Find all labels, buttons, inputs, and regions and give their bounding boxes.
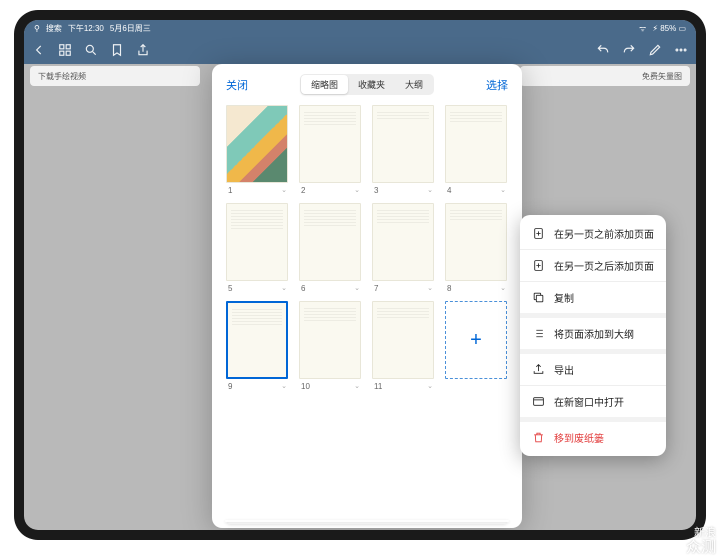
page-thumb[interactable]	[372, 105, 434, 183]
ctx-newwin[interactable]: 在新窗口中打开	[520, 387, 666, 416]
page-thumb[interactable]	[226, 203, 288, 281]
share-icon[interactable]	[136, 43, 150, 57]
ctx-trash[interactable]: 移到废纸篓	[520, 423, 666, 452]
screen: ⚲ 搜索 下午12:30 5月6日周三 ᯤ ⚡︎ 85% ▭ 下载手绘视频 免费…	[24, 20, 696, 530]
page-num: 6	[301, 284, 305, 293]
page-thumb[interactable]	[445, 203, 507, 281]
page-thumb-selected[interactable]	[226, 301, 288, 379]
bg-panel-right: 免费矢量图	[520, 66, 690, 86]
page-stack	[222, 518, 512, 524]
trash-icon	[532, 431, 545, 444]
window-icon	[532, 395, 545, 408]
bookmark-icon[interactable]	[110, 43, 124, 57]
page-num: 11	[374, 382, 382, 391]
thumbnails-modal: 关闭 缩略图 收藏夹 大纲 选择 1 ⌄ 2 ⌄ 3 ⌄ 4 ⌄ 5 ⌄ 6 ⌄ 7 ⌄ 8 ⌄…	[212, 64, 522, 528]
add-page-icon	[532, 227, 545, 240]
tab-outline[interactable]: 大纲	[395, 75, 433, 94]
watermark: 新浪众测	[686, 527, 716, 556]
page-thumb[interactable]	[299, 301, 361, 379]
ctx-export[interactable]: 导出	[520, 355, 666, 384]
tab-favorites[interactable]: 收藏夹	[348, 75, 395, 94]
page-num: 10	[301, 382, 310, 391]
page-num: 3	[374, 186, 378, 195]
add-page-button[interactable]: +	[445, 301, 507, 379]
bg-panel-left: 下载手绘视频	[30, 66, 200, 86]
page-num: 7	[374, 284, 378, 293]
status-date: 5月6日周三	[110, 23, 151, 34]
page-thumb[interactable]	[445, 105, 507, 183]
more-icon[interactable]	[674, 43, 688, 57]
list-icon	[532, 327, 545, 340]
ctx-add-after[interactable]: 在另一页之后添加页面	[520, 251, 666, 280]
context-menu: 在另一页之前添加页面 在另一页之后添加页面 复制 将页面添加到大纲 导出 在新窗…	[520, 215, 666, 456]
page-num: 9	[228, 382, 232, 391]
pages-grid: 1 ⌄ 2 ⌄ 3 ⌄ 4 ⌄ 5 ⌄ 6 ⌄ 7 ⌄ 8 ⌄ 9 ⌄ 10 ⌄ 11 ⌄ +	[226, 105, 508, 391]
app-toolbar	[24, 36, 696, 64]
chevron-down-icon[interactable]: ⌄	[427, 186, 433, 195]
page-thumb[interactable]	[299, 105, 361, 183]
chevron-down-icon[interactable]: ⌄	[354, 284, 360, 293]
tab-thumbnails[interactable]: 缩略图	[301, 75, 348, 94]
search-icon: ⚲	[34, 24, 40, 33]
page-thumb[interactable]	[226, 105, 288, 183]
chevron-down-icon[interactable]: ⌄	[281, 284, 287, 293]
chevron-down-icon[interactable]: ⌄	[427, 382, 433, 391]
export-icon	[532, 363, 545, 376]
page-thumb[interactable]	[372, 203, 434, 281]
ipad-frame: ⚲ 搜索 下午12:30 5月6日周三 ᯤ ⚡︎ 85% ▭ 下载手绘视频 免费…	[14, 10, 706, 540]
status-time: 下午12:30	[68, 23, 104, 34]
wifi-icon: ᯤ	[639, 23, 646, 34]
status-bar: ⚲ 搜索 下午12:30 5月6日周三 ᯤ ⚡︎ 85% ▭	[24, 20, 696, 36]
page-num: 5	[228, 284, 232, 293]
battery-pct: ⚡︎ 85% ▭	[652, 24, 686, 33]
chevron-down-icon[interactable]: ⌄	[500, 284, 506, 293]
chevron-down-icon[interactable]: ⌄	[354, 186, 360, 195]
ctx-copy[interactable]: 复制	[520, 283, 666, 312]
page-num: 4	[447, 186, 451, 195]
page-thumb[interactable]	[372, 301, 434, 379]
chevron-down-icon[interactable]: ⌄	[500, 186, 506, 195]
page-num: 1	[228, 186, 232, 195]
chevron-down-icon[interactable]: ⌄	[354, 382, 360, 391]
search-icon[interactable]	[84, 43, 98, 57]
chevron-down-icon[interactable]: ⌄	[427, 284, 433, 293]
grid-icon[interactable]	[58, 43, 72, 57]
ctx-add-before[interactable]: 在另一页之前添加页面	[520, 219, 666, 248]
copy-icon	[532, 291, 545, 304]
chevron-down-icon[interactable]: ⌄	[281, 382, 287, 391]
add-page-icon	[532, 259, 545, 272]
ctx-outline[interactable]: 将页面添加到大纲	[520, 319, 666, 348]
page-thumb[interactable]	[299, 203, 361, 281]
select-button[interactable]: 选择	[486, 77, 508, 93]
pen-icon[interactable]	[648, 43, 662, 57]
page-num: 8	[447, 284, 451, 293]
back-icon[interactable]	[32, 43, 46, 57]
undo-icon[interactable]	[596, 43, 610, 57]
view-segmented[interactable]: 缩略图 收藏夹 大纲	[300, 74, 434, 95]
page-num: 2	[301, 186, 305, 195]
close-button[interactable]: 关闭	[226, 77, 248, 93]
status-search: 搜索	[46, 23, 62, 34]
chevron-down-icon[interactable]: ⌄	[281, 186, 287, 195]
redo-icon[interactable]	[622, 43, 636, 57]
